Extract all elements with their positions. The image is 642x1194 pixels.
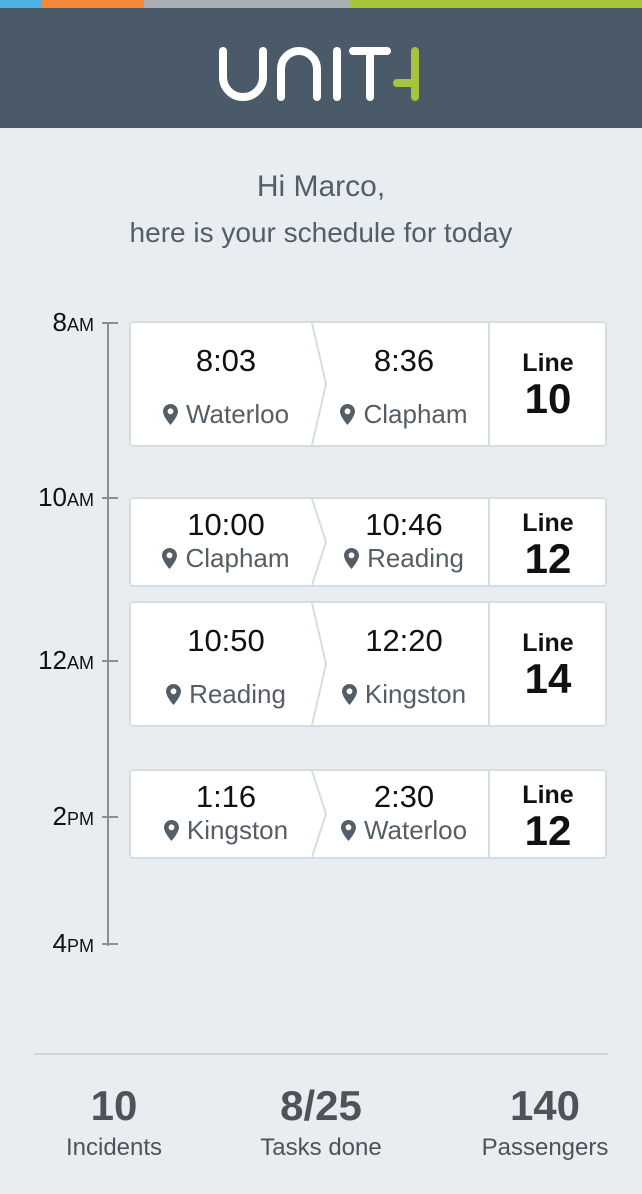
timeline-tick	[102, 816, 118, 818]
arrival-time: 8:36	[373, 343, 435, 378]
strip-segment-orange	[41, 0, 144, 8]
location-pin-icon	[340, 404, 356, 425]
line-label: Line	[522, 629, 574, 657]
timeline-label: 2PM	[20, 801, 94, 832]
stat-value: 10	[90, 1082, 138, 1129]
stat-value: 140	[509, 1082, 581, 1129]
timeline-hour: 10	[38, 482, 67, 512]
strip-segment-blue	[0, 0, 41, 8]
timeline-label: 12AM	[20, 645, 94, 676]
stat-value: 8/25	[280, 1082, 362, 1129]
timeline-hour: 2	[52, 801, 67, 831]
departure-place-label: Kingston	[186, 815, 289, 845]
stat-label: Passengers	[481, 1134, 609, 1161]
location-pin-icon	[340, 820, 356, 841]
departure-time: 10:00	[187, 507, 265, 542]
location-pin-icon	[162, 404, 178, 425]
timeline-suffix: PM	[67, 936, 94, 956]
strip-segment-green	[350, 0, 642, 8]
trip-card[interactable]: 10:00 Clapham 10:46 Reading Line 12	[129, 497, 607, 587]
departure-place: Clapham	[131, 543, 321, 574]
arrival-place: Reading	[319, 543, 489, 574]
stat-label: Tasks done	[260, 1134, 382, 1161]
arrival-place-label: Reading	[367, 543, 464, 573]
timeline-hour: 4	[52, 928, 67, 958]
arrival-place: Kingston	[319, 679, 489, 710]
arrival-place-label: Waterloo	[363, 815, 468, 845]
arrival-place-label: Kingston	[364, 679, 467, 709]
departure-time: 10:50	[187, 623, 265, 658]
trip-card[interactable]: 1:16 Kingston 2:30 Waterloo Line 12	[129, 769, 607, 859]
line-number: 12	[524, 807, 572, 854]
strip-segment-gray	[144, 0, 350, 8]
line-label: Line	[522, 509, 574, 537]
timeline-tick	[102, 943, 118, 945]
departure-time: 8:03	[195, 343, 257, 378]
stat-tasks-done: 8/25 Tasks done	[236, 1082, 406, 1162]
timeline-label: 4PM	[20, 928, 94, 959]
timeline-label: 8AM	[20, 307, 94, 338]
logo-letter-n	[277, 47, 321, 101]
stat-incidents: 10 Incidents	[29, 1082, 199, 1162]
line-number: 12	[524, 535, 572, 582]
timeline-hour: 12	[38, 645, 67, 675]
location-pin-icon	[344, 548, 360, 569]
location-pin-icon	[341, 684, 357, 705]
logo-letter-t	[349, 47, 391, 101]
timeline-suffix: AM	[67, 315, 94, 335]
greeting-title: Hi Marco,	[256, 170, 386, 203]
line-number: 14	[524, 655, 572, 702]
greeting-subtitle: here is your schedule for today	[129, 217, 513, 248]
arrival-place: Clapham	[319, 399, 489, 430]
line-label: Line	[522, 781, 574, 809]
logo-digit-4	[393, 47, 419, 101]
stat-passengers: 140 Passengers	[465, 1082, 625, 1162]
timeline-tick	[102, 322, 118, 324]
arrival-place-label: Clapham	[363, 399, 468, 429]
departure-place-label: Waterloo	[185, 399, 290, 429]
timeline-tick	[102, 660, 118, 662]
departure-place-label: Clapham	[185, 543, 290, 573]
departure-place: Reading	[131, 679, 321, 710]
timeline-suffix: AM	[67, 490, 94, 510]
departure-time: 1:16	[195, 779, 257, 814]
arrival-time: 10:46	[365, 507, 443, 542]
trip-card[interactable]: 8:03 Waterloo 8:36 Clapham Line 10	[129, 321, 607, 447]
timeline-suffix: AM	[67, 653, 94, 673]
timeline-axis	[107, 322, 109, 946]
top-color-strip	[0, 0, 642, 8]
departure-place-label: Reading	[189, 679, 286, 709]
departure-place: Kingston	[131, 815, 321, 846]
timeline-tick	[102, 497, 118, 499]
line-label: Line	[522, 349, 574, 377]
timeline-hour: 8	[52, 307, 67, 337]
timeline-suffix: PM	[67, 809, 94, 829]
departure-place: Waterloo	[131, 399, 321, 430]
arrival-time: 2:30	[373, 779, 435, 814]
arrival-place: Waterloo	[319, 815, 489, 846]
stats-divider	[34, 1053, 608, 1055]
app-header	[0, 8, 642, 128]
unit4-logo	[219, 47, 419, 101]
location-pin-icon	[162, 548, 178, 569]
stat-label: Incidents	[65, 1134, 163, 1161]
location-pin-icon	[163, 820, 179, 841]
location-pin-icon	[166, 684, 182, 705]
arrival-time: 12:20	[365, 623, 443, 658]
timeline-label: 10AM	[20, 482, 94, 513]
line-number: 10	[524, 375, 572, 422]
trip-card[interactable]: 10:50 Reading 12:20 Kingston Line 14	[129, 601, 607, 727]
logo-letter-u	[219, 47, 267, 101]
